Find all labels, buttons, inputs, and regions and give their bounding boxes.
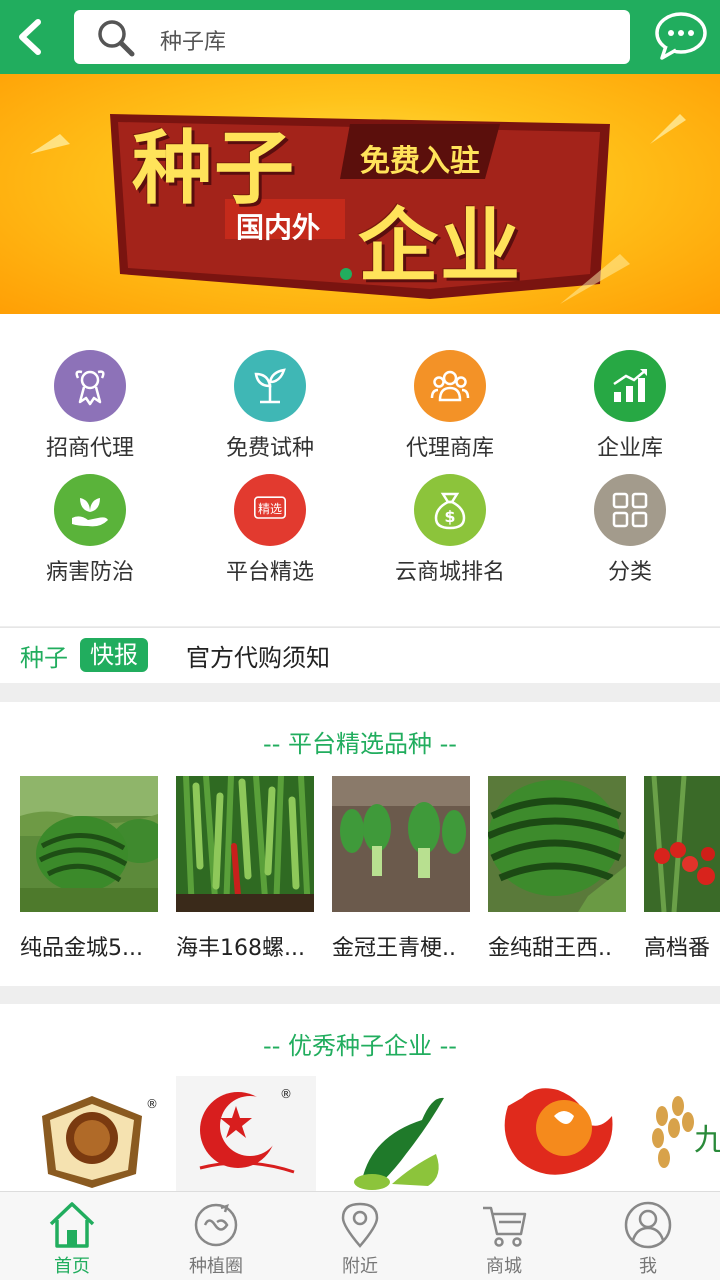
product-card[interactable]: 金冠王青梗.. [332, 776, 470, 966]
product-card[interactable]: 纯品金城5... [20, 776, 158, 966]
sprout-icon [254, 368, 286, 404]
grid-item-free-trial[interactable]: 免费试种 [180, 350, 360, 470]
company-logo[interactable]: 九 [644, 1076, 720, 1200]
svg-text:$: $ [444, 507, 455, 526]
top-bar: 种子库 [0, 0, 720, 74]
nav-item-mall[interactable]: 商城 [432, 1192, 576, 1280]
grid-item-disease-control[interactable]: 病害防治 [0, 474, 180, 594]
back-arrow-icon [19, 19, 41, 55]
selected-badge-icon: 精选 [254, 496, 286, 519]
product-image-tomato [644, 776, 720, 912]
company-logo[interactable] [332, 1076, 472, 1200]
feature-grid: 招商代理 免费试种 代理商库 企业库 病害防治 精选 平台精选 $ 云商城排名 … [0, 314, 720, 626]
banner-title-seed: 种子 [132, 122, 296, 215]
back-button[interactable] [8, 14, 52, 60]
product-name: 高档番 [644, 936, 711, 961]
company-logo-tree: ® [42, 1096, 158, 1188]
product-name: 金冠王青梗.. [332, 936, 456, 961]
grid-item-label: 免费试种 [225, 436, 314, 461]
banner-free-entry: 免费入驻 [360, 144, 480, 179]
grid-item-label: 病害防治 [45, 560, 134, 585]
people-icon [430, 370, 470, 402]
banner-title-enterprise: 企业 [358, 200, 522, 293]
company-logo-star: ® [176, 1076, 316, 1200]
home-icon [49, 1202, 95, 1248]
grid-item-merchant-agency[interactable]: 招商代理 [0, 350, 180, 470]
nav-label: 商城 [486, 1256, 522, 1277]
company-logo[interactable]: ® [22, 1076, 162, 1200]
grid-item-category[interactable]: 分类 [540, 474, 720, 594]
ribbon-icon [75, 370, 105, 406]
bottom-nav: 首页 种植圈 附近 商城 我 [0, 1191, 720, 1280]
location-icon [341, 1202, 379, 1248]
svg-text:精选: 精选 [258, 502, 282, 516]
excellent-companies-section: -- 优秀种子企业 -- ® ® 九 [0, 1004, 720, 1204]
nav-label: 种植圈 [189, 1256, 243, 1277]
product-name: 纯品金城5... [20, 936, 143, 961]
search-placeholder: 种子库 [160, 30, 227, 55]
message-icon[interactable] [652, 8, 710, 64]
app-screen: 种子库 种子 免费入驻 国内外 企业 招商代理 免费试种 代理商库 企业库 病害… [0, 0, 720, 1280]
grid-item-cloud-mall-ranking[interactable]: $ 云商城排名 [360, 474, 540, 594]
grid-item-label: 分类 [607, 560, 652, 585]
nav-label: 首页 [54, 1256, 90, 1277]
bar-chart-icon [613, 369, 647, 402]
company-logo-leaf [354, 1097, 444, 1190]
banner-domestic: 国内外 [236, 211, 321, 244]
nav-label: 附近 [342, 1256, 378, 1277]
company-logo-rooster [504, 1088, 613, 1175]
cart-icon [483, 1206, 527, 1247]
product-card[interactable]: 海丰168螺... [176, 776, 314, 966]
product-image-watermelon [20, 776, 158, 912]
search-bar[interactable]: 种子库 [74, 10, 630, 64]
grid-item-label: 招商代理 [45, 436, 134, 461]
svg-text:®: ® [280, 1087, 292, 1101]
company-logo[interactable] [488, 1076, 628, 1200]
grid-item-label: 代理商库 [405, 436, 494, 461]
nav-label: 我 [639, 1256, 657, 1277]
news-bar[interactable]: 种子 快报 官方代购须知 [0, 627, 720, 683]
grid-item-label: 平台精选 [225, 560, 314, 585]
banner-page-indicator [340, 268, 352, 280]
news-tag-seed: 种子 [20, 644, 68, 672]
product-name: 海丰168螺... [176, 936, 305, 961]
product-image-pepper [176, 776, 314, 912]
product-card[interactable]: 高档番 [644, 776, 720, 966]
promo-banner[interactable]: 种子 免费入驻 国内外 企业 [0, 74, 720, 314]
nav-item-me[interactable]: 我 [576, 1192, 720, 1280]
section-title: -- 优秀种子企业 -- [263, 1032, 457, 1060]
news-headline[interactable]: 官方代购须知 [186, 638, 330, 673]
company-logo[interactable]: ® [176, 1076, 316, 1200]
grid-item-platform-selection[interactable]: 精选 平台精选 [180, 474, 360, 594]
featured-varieties-section: -- 平台精选品种 -- 纯品金城5... 海丰168螺... 金冠王青梗.. … [0, 702, 720, 986]
product-image-watermelon-2 [488, 776, 626, 912]
circle-icon [194, 1203, 238, 1247]
nav-item-planting-circle[interactable]: 种植圈 [144, 1192, 288, 1280]
svg-text:®: ® [146, 1097, 158, 1111]
product-card[interactable]: 金纯甜王西.. [488, 776, 626, 966]
company-logo-wheat: 九 [652, 1096, 720, 1168]
category-grid-icon [612, 492, 648, 528]
product-name: 金纯甜王西.. [488, 936, 612, 961]
product-image-bok-choy [332, 776, 470, 912]
grid-item-label: 企业库 [596, 436, 663, 461]
section-title: -- 平台精选品种 -- [263, 730, 457, 758]
hand-leaf-icon [72, 498, 108, 527]
grid-item-agent-library[interactable]: 代理商库 [360, 350, 540, 470]
news-tag-flash: 快报 [80, 638, 148, 672]
grid-item-label: 云商城排名 [394, 560, 505, 585]
grid-item-enterprise-library[interactable]: 企业库 [540, 350, 720, 470]
nav-item-nearby[interactable]: 附近 [288, 1192, 432, 1280]
user-icon [624, 1201, 672, 1249]
search-icon [98, 20, 135, 57]
nav-item-home[interactable]: 首页 [0, 1192, 144, 1280]
money-bag-icon: $ [434, 492, 466, 530]
svg-text:九: 九 [694, 1123, 720, 1158]
